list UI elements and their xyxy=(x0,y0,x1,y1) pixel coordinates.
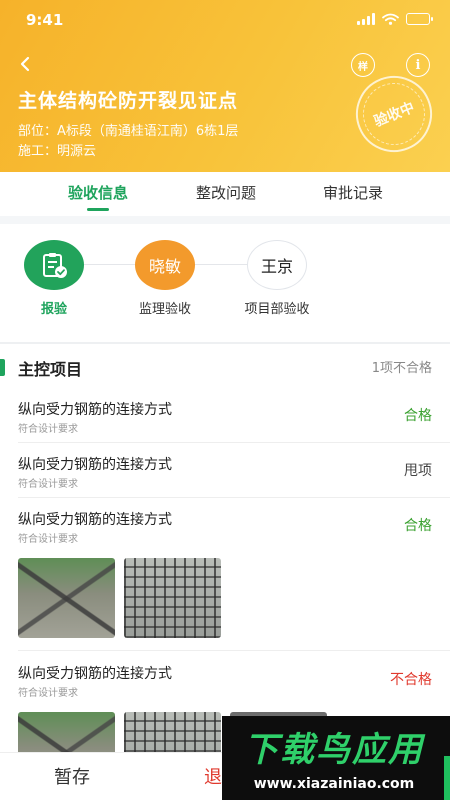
flow-node-inspection[interactable] xyxy=(24,240,84,290)
item-photo[interactable] xyxy=(18,558,115,638)
inspection-item[interactable]: 纵向受力钢筋的连接方式 符合设计要求 合格 xyxy=(0,399,450,439)
item-title: 纵向受力钢筋的连接方式 xyxy=(18,402,172,418)
info-icon[interactable]: i xyxy=(406,53,430,77)
flow-label-project: 项目部验收 xyxy=(244,302,310,317)
approval-flow: 晓敏 王京 报验 监理验收 项目部验收 xyxy=(0,224,450,342)
flow-node-project[interactable]: 王京 xyxy=(247,240,307,290)
tab-approval-records[interactable]: 审批记录 xyxy=(303,182,403,203)
item-status: 合格 xyxy=(404,408,432,424)
status-bar: 9:41 xyxy=(0,0,450,40)
tab-bar: 验收信息 整改问题 审批记录 xyxy=(0,172,450,216)
inspection-item[interactable]: 纵向受力钢筋的连接方式 符合设计要求 合格 xyxy=(0,509,450,639)
item-status: 甩项 xyxy=(404,463,432,479)
item-subtitle: 符合设计要求 xyxy=(18,534,78,545)
item-divider xyxy=(18,650,450,651)
sample-button[interactable]: 样 xyxy=(351,53,375,77)
item-status: 不合格 xyxy=(390,672,432,688)
clipboard-check-icon xyxy=(43,253,67,278)
inspection-item[interactable]: 纵向受力钢筋的连接方式 符合设计要求 甩项 xyxy=(0,454,450,494)
tab-rectification-issues[interactable]: 整改问题 xyxy=(176,182,276,203)
header: 9:41 样 i 主体结构砼防开裂见证点 部位：A标段（南通桂语江南）6栋1层 … xyxy=(0,0,450,172)
save-draft-button[interactable]: 暂存 xyxy=(22,763,122,793)
back-icon[interactable] xyxy=(14,52,36,76)
tab-acceptance-info[interactable]: 验收信息 xyxy=(48,182,148,203)
status-icons xyxy=(357,13,433,25)
item-title: 纵向受力钢筋的连接方式 xyxy=(18,457,172,473)
section-gap xyxy=(0,216,450,224)
signal-icon xyxy=(357,13,375,25)
flow-node-supervisor[interactable]: 晓敏 xyxy=(135,240,195,290)
item-photo[interactable] xyxy=(124,558,221,638)
section-title: 主控项目 xyxy=(18,360,83,379)
tab-indicator xyxy=(87,208,109,211)
location-line: 部位：A标段（南通桂语江南）6栋1层 xyxy=(18,124,239,139)
section-summary: 1项不合格 xyxy=(371,361,432,376)
section-accent-bar xyxy=(0,359,5,376)
page-title: 主体结构砼防开裂见证点 xyxy=(18,90,239,112)
builder-line: 施工：明源云 xyxy=(18,144,97,159)
battery-icon xyxy=(406,13,433,25)
watermark-logo: 下载鸟应用 www.xiazainiao.com xyxy=(222,716,450,800)
item-title: 纵向受力钢筋的连接方式 xyxy=(18,512,172,528)
watermark-title: 下载鸟应用 xyxy=(244,730,424,770)
flow-label-inspection: 报验 xyxy=(40,302,67,317)
item-title: 纵向受力钢筋的连接方式 xyxy=(18,666,172,682)
item-subtitle: 符合设计要求 xyxy=(18,424,78,435)
status-stamp: 验收中 xyxy=(344,64,444,164)
item-subtitle: 符合设计要求 xyxy=(18,479,78,490)
item-divider xyxy=(18,497,450,498)
flow-label-supervisor: 监理验收 xyxy=(138,302,191,317)
watermark-url: www.xiazainiao.com xyxy=(253,776,415,792)
item-divider xyxy=(18,442,450,443)
section-header: 主控项目 1项不合格 xyxy=(0,350,450,384)
item-status: 合格 xyxy=(404,518,432,534)
watermark-accent xyxy=(444,756,450,800)
wifi-icon xyxy=(382,13,399,25)
item-subtitle: 符合设计要求 xyxy=(18,688,78,699)
stamp-text: 验收中 xyxy=(371,99,417,131)
flow-separator xyxy=(0,342,450,344)
status-time: 9:41 xyxy=(26,11,64,29)
